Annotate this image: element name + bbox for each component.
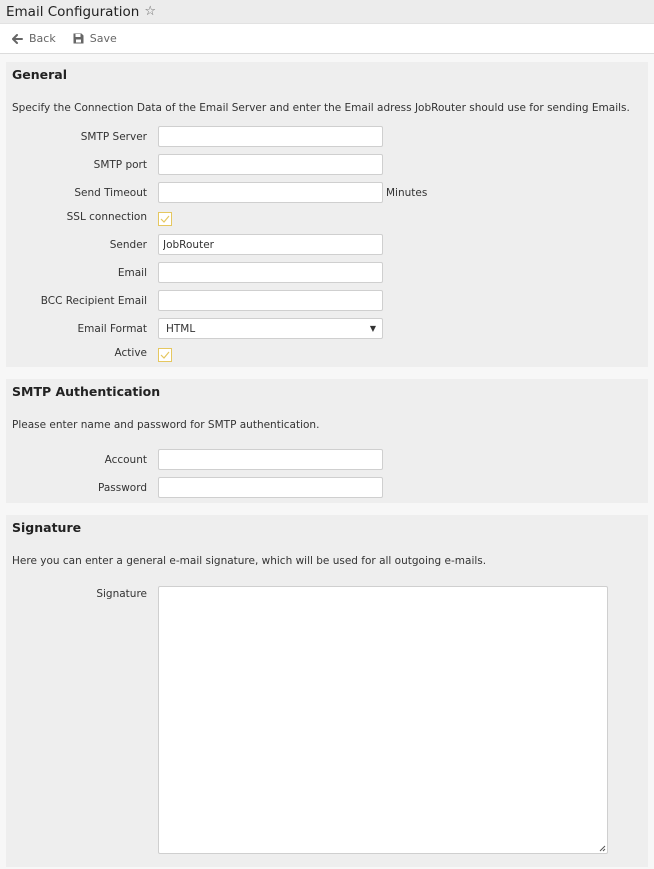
ssl-checkbox[interactable] — [158, 212, 172, 226]
save-button[interactable]: Save — [73, 32, 117, 45]
signature-label: Signature — [96, 588, 147, 600]
active-label: Active — [114, 347, 147, 359]
send-timeout-unit: Minutes — [386, 187, 428, 199]
general-title: General — [12, 67, 67, 82]
title-bar: Email Configuration ☆ — [0, 0, 654, 24]
password-label: Password — [97, 482, 147, 494]
smtp-auth-title: SMTP Authentication — [12, 384, 161, 399]
sender-input[interactable] — [158, 234, 383, 255]
email-input[interactable] — [158, 262, 383, 283]
sender-label: Sender — [109, 239, 147, 251]
signature-row: Signature — [6, 586, 648, 856]
arrow-left-icon — [12, 33, 23, 44]
page-title: Email Configuration — [6, 3, 140, 20]
send-timeout-input[interactable] — [158, 182, 383, 203]
general-description: Specify the Connection Data of the Email… — [12, 102, 630, 114]
floppy-disk-icon — [73, 33, 84, 44]
signature-description: Here you can enter a general e-mail sign… — [12, 555, 487, 567]
email-format-label: Email Format — [77, 323, 147, 335]
dropdown-caret-icon: ▼ — [369, 324, 376, 333]
bcc-label: BCC Recipient Email — [40, 295, 147, 307]
smtp-auth-panel: SMTP Authentication Please enter name an… — [6, 379, 648, 503]
email-format-select[interactable]: HTML ▼ — [158, 318, 383, 339]
bcc-input[interactable] — [158, 290, 383, 311]
ssl-label: SSL connection — [66, 211, 147, 223]
password-input[interactable] — [158, 477, 383, 498]
checkmark-icon — [160, 351, 170, 359]
sender-row: Sender — [6, 234, 648, 262]
smtp-server-label: SMTP Server — [80, 131, 147, 143]
active-row: Active — [6, 346, 648, 370]
save-label: Save — [89, 32, 117, 45]
smtp-server-input[interactable] — [158, 126, 383, 147]
send-timeout-label: Send Timeout — [74, 187, 147, 199]
toolbar: Back Save — [0, 24, 654, 54]
email-label: Email — [117, 267, 147, 279]
password-row: Password — [6, 477, 648, 505]
smtp-port-input[interactable] — [158, 154, 383, 175]
general-panel: General Specify the Connection Data of t… — [6, 62, 648, 367]
active-checkbox[interactable] — [158, 348, 172, 362]
favorite-star-icon[interactable]: ☆ — [144, 4, 156, 19]
send-timeout-row: Send Timeout Minutes — [6, 182, 648, 210]
ssl-row: SSL connection — [6, 210, 648, 234]
back-label: Back — [29, 32, 56, 45]
smtp-server-row: SMTP Server — [6, 126, 648, 154]
smtp-port-label: SMTP port — [93, 159, 147, 171]
bcc-row: BCC Recipient Email — [6, 290, 648, 318]
back-button[interactable]: Back — [12, 32, 56, 45]
account-label: Account — [104, 454, 147, 466]
email-format-value: HTML — [166, 322, 196, 335]
smtp-port-row: SMTP port — [6, 154, 648, 182]
signature-title: Signature — [12, 520, 82, 535]
signature-panel: Signature Here you can enter a general e… — [6, 515, 648, 867]
checkmark-icon — [160, 215, 170, 223]
email-format-row: Email Format HTML ▼ — [6, 318, 648, 346]
smtp-auth-description: Please enter name and password for SMTP … — [12, 419, 320, 431]
signature-textarea[interactable] — [158, 586, 608, 854]
account-row: Account — [6, 449, 648, 477]
resize-grip-icon[interactable] — [599, 845, 606, 852]
account-input[interactable] — [158, 449, 383, 470]
email-row: Email — [6, 262, 648, 290]
